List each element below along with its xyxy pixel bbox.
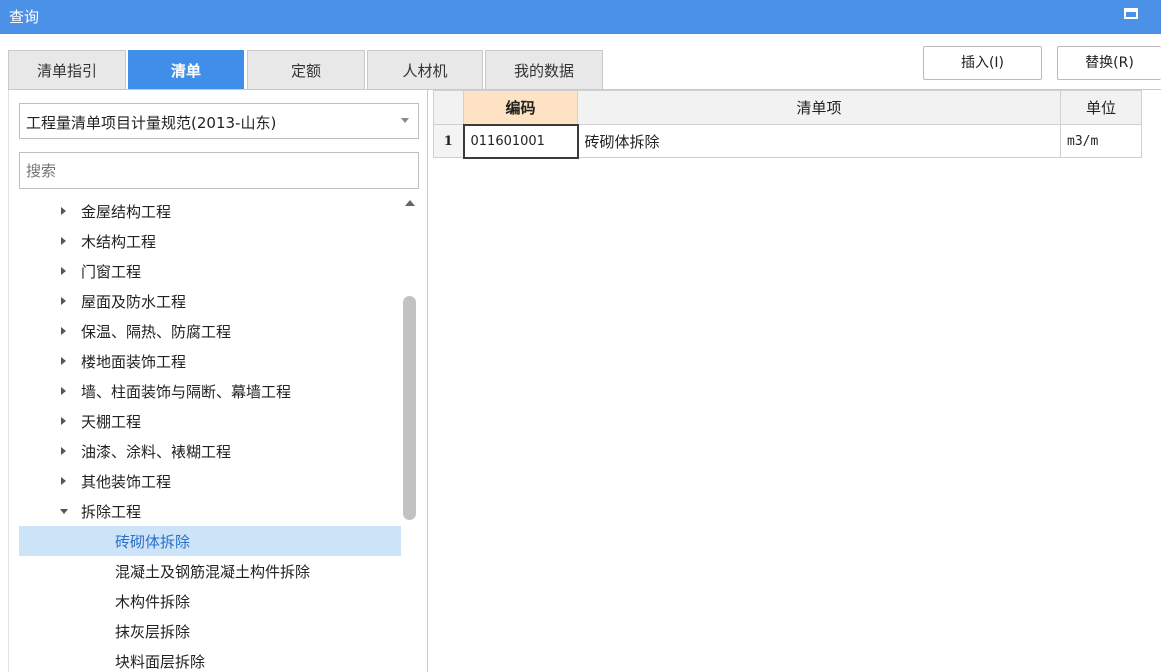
expand-arrow-icon[interactable] [61, 237, 66, 245]
tree-leaf[interactable]: 混凝土及钢筋混凝土构件拆除 [19, 556, 401, 586]
corner-header [433, 90, 464, 125]
standard-select-value: 工程量清单项目计量规范(2013-山东) [26, 114, 277, 132]
tree-node-label: 保温、隔热、防腐工程 [81, 323, 232, 341]
tree-leaf-label: 木构件拆除 [115, 593, 191, 611]
tree-node-label: 木结构工程 [81, 233, 157, 251]
row-number: 1 [433, 124, 464, 158]
tree-leaf[interactable]: 块料面层拆除 [19, 646, 401, 672]
category-tree: 金屋结构工程 木结构工程 门窗工程 屋面及防水工程 保温、隔热、防腐工程 楼地面… [19, 196, 401, 672]
insert-button[interactable]: 插入(I) [923, 46, 1042, 80]
tree-leaf[interactable]: 木构件拆除 [19, 586, 401, 616]
tree-node-label: 拆除工程 [81, 503, 142, 521]
standard-select[interactable]: 工程量清单项目计量规范(2013-山东) [19, 103, 419, 139]
item-cell[interactable]: 砖砌体拆除 [577, 124, 1061, 158]
window-title: 查询 [9, 8, 40, 26]
tree-node[interactable]: 楼地面装饰工程 [19, 346, 401, 376]
table-header-row: 编码 清单项 单位 [433, 90, 1142, 125]
expand-arrow-icon[interactable] [61, 477, 66, 485]
tree-scrollbar[interactable] [401, 196, 418, 672]
tab-qingdan[interactable]: 清单 [128, 50, 244, 90]
tree-node-label: 墙、柱面装饰与隔断、幕墙工程 [81, 383, 292, 401]
tree-node-label: 天棚工程 [81, 413, 142, 431]
tree-leaf-label: 块料面层拆除 [115, 653, 206, 671]
scrollbar-thumb[interactable] [403, 296, 416, 520]
tree-node[interactable]: 保温、隔热、防腐工程 [19, 316, 401, 346]
tree-node[interactable]: 天棚工程 [19, 406, 401, 436]
tree-node[interactable]: 门窗工程 [19, 256, 401, 286]
tab-ding-e[interactable]: 定额 [247, 50, 365, 90]
tree-node[interactable]: 其他装饰工程 [19, 466, 401, 496]
column-header-unit[interactable]: 单位 [1060, 90, 1142, 125]
replace-button[interactable]: 替换(R) [1057, 46, 1161, 80]
result-grid: 编码 清单项 单位 1 011601001 砖砌体拆除 m3/m [433, 90, 1161, 672]
expand-arrow-icon[interactable] [61, 207, 66, 215]
tree-node[interactable]: 木结构工程 [19, 226, 401, 256]
tree-node-label: 其他装饰工程 [81, 473, 172, 491]
tree-leaf-selected[interactable]: 砖砌体拆除 [19, 526, 401, 556]
tab-my-data[interactable]: 我的数据 [485, 50, 603, 90]
tree-node-expanded[interactable]: 拆除工程 [19, 496, 401, 526]
result-table: 编码 清单项 单位 1 011601001 砖砌体拆除 m3/m [433, 90, 1142, 159]
expand-arrow-icon[interactable] [61, 267, 66, 275]
tree-leaf-label: 砖砌体拆除 [115, 533, 191, 551]
table-row[interactable]: 1 011601001 砖砌体拆除 m3/m [433, 123, 1142, 159]
tree-leaf-label: 抹灰层拆除 [115, 623, 191, 641]
search-input[interactable] [19, 152, 419, 189]
tab-qingdan-zhiyin[interactable]: 清单指引 [8, 50, 126, 90]
tree-leaf[interactable]: 抹灰层拆除 [19, 616, 401, 646]
expand-arrow-icon[interactable] [61, 357, 66, 365]
collapse-arrow-icon[interactable] [60, 509, 68, 514]
tree-node[interactable]: 金屋结构工程 [19, 196, 401, 226]
expand-arrow-icon[interactable] [61, 387, 66, 395]
tree-node[interactable]: 油漆、涂料、裱糊工程 [19, 436, 401, 466]
expand-arrow-icon[interactable] [61, 417, 66, 425]
column-header-item[interactable]: 清单项 [577, 90, 1061, 125]
title-bar: 查询 [0, 0, 1161, 34]
unit-cell[interactable]: m3/m [1060, 124, 1142, 158]
tree-node-label: 门窗工程 [81, 263, 142, 281]
chevron-down-icon[interactable] [401, 118, 409, 123]
tree-leaf-label: 混凝土及钢筋混凝土构件拆除 [115, 563, 311, 581]
code-cell[interactable]: 011601001 [462, 123, 579, 159]
tree-node-label: 金屋结构工程 [81, 203, 172, 221]
expand-arrow-icon[interactable] [61, 447, 66, 455]
tree-node-label: 楼地面装饰工程 [81, 353, 187, 371]
tree-node-label: 屋面及防水工程 [81, 293, 187, 311]
maximize-icon[interactable] [1124, 8, 1138, 19]
tree-node[interactable]: 屋面及防水工程 [19, 286, 401, 316]
expand-arrow-icon[interactable] [61, 327, 66, 335]
tree-node[interactable]: 墙、柱面装饰与隔断、幕墙工程 [19, 376, 401, 406]
tree-node-label: 油漆、涂料、裱糊工程 [81, 443, 232, 461]
tab-rencaiji[interactable]: 人材机 [367, 50, 483, 90]
scroll-up-icon[interactable] [405, 200, 415, 206]
expand-arrow-icon[interactable] [61, 297, 66, 305]
column-header-code[interactable]: 编码 [463, 90, 578, 125]
